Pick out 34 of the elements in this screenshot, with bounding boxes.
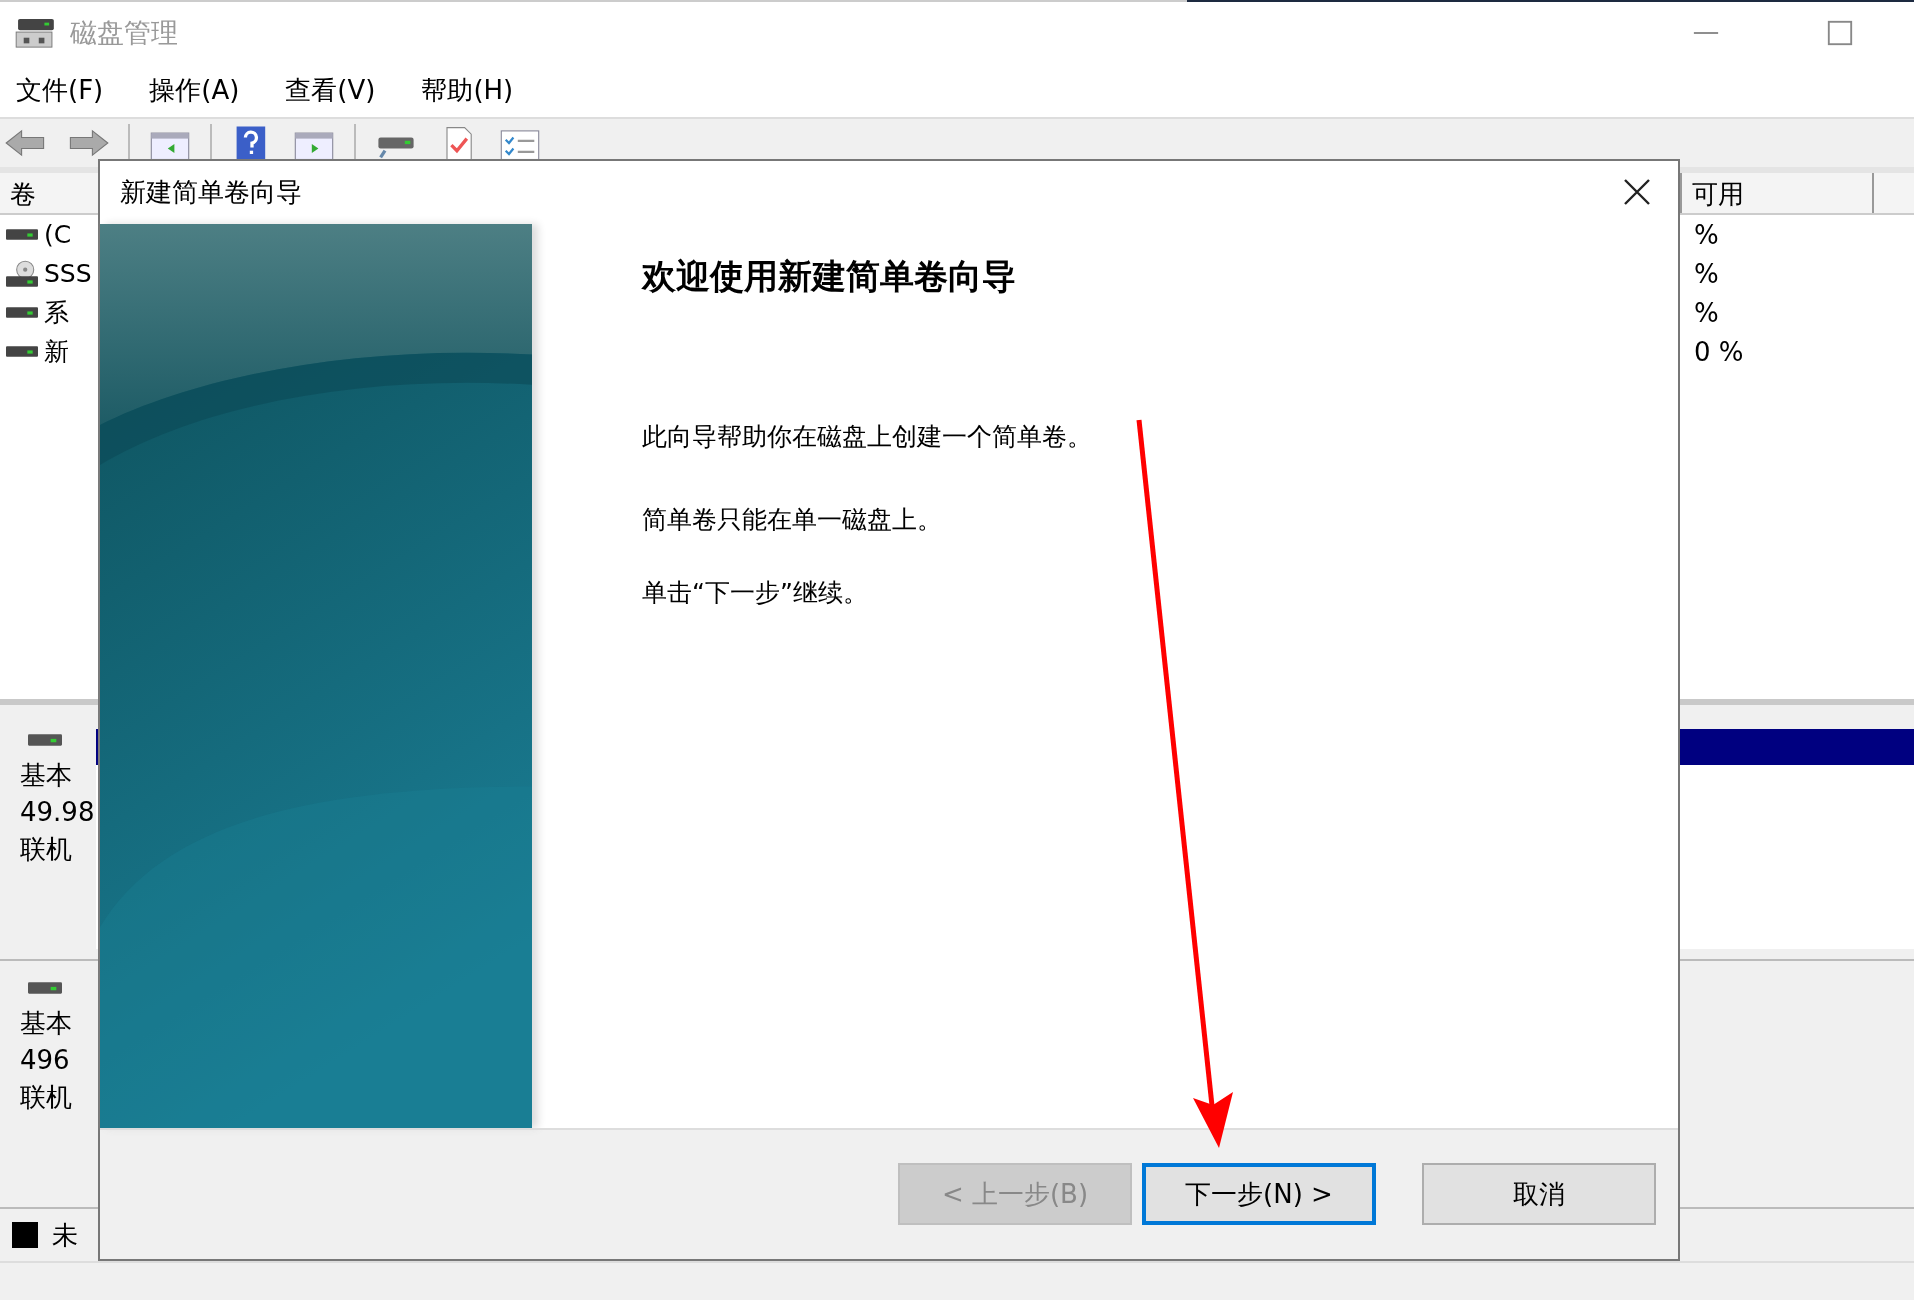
volume-name: 系	[44, 297, 69, 330]
wizard-heading: 欢迎使用新建简单卷向导	[642, 254, 1016, 298]
maximize-icon[interactable]	[1826, 19, 1854, 48]
wizard-text: 此向导帮助你在磁盘上创建一个简单卷。	[642, 420, 1092, 453]
disk-info: 基本	[20, 1007, 73, 1040]
volume-name: 新	[44, 336, 69, 369]
disk-info: 联机	[20, 833, 73, 866]
disc-drive-icon	[6, 259, 38, 288]
legend-label: 未	[52, 1218, 78, 1252]
wizard-button[interactable]: 取消	[1422, 1163, 1656, 1226]
volume-name: (C	[44, 220, 72, 250]
volume-name: SSS	[44, 259, 92, 289]
free-percent: %	[1693, 297, 1719, 328]
disk-management-icon	[14, 17, 56, 50]
wizard-button[interactable]: 下一步(N) >	[1142, 1163, 1376, 1226]
disk-info: 496	[20, 1044, 71, 1077]
wizard-text: 简单卷只能在单一磁盘上。	[642, 503, 942, 536]
disk-info: 49.98	[20, 796, 96, 829]
dialog-title: 新建简单卷向导	[120, 175, 302, 209]
disk-info: 联机	[20, 1081, 73, 1114]
disk-info: 基本	[20, 759, 73, 792]
menu-item[interactable]: 文件(F)	[16, 73, 104, 108]
free-percent: 0 %	[1693, 336, 1744, 367]
free-percent: %	[1693, 258, 1719, 289]
wizard-text: 单击“下一步”继续。	[642, 576, 868, 609]
drive-icon	[6, 306, 38, 320]
menu-item[interactable]: 帮助(H)	[421, 73, 514, 108]
window-title: 磁盘管理	[70, 16, 178, 51]
column-header[interactable]: 可用	[1682, 173, 1874, 214]
menu-item[interactable]: 查看(V)	[285, 73, 376, 108]
free-percent: %	[1693, 219, 1719, 250]
menu-item[interactable]: 操作(A)	[149, 73, 240, 108]
drive-icon	[6, 228, 38, 242]
drive-icon	[6, 345, 38, 359]
